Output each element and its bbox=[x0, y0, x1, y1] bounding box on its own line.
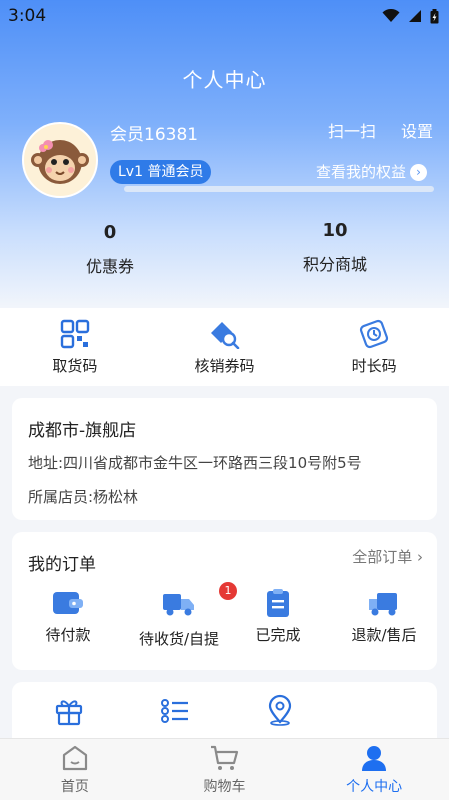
coupons-stat[interactable]: 0 优惠券 bbox=[60, 222, 160, 277]
list-icon[interactable] bbox=[160, 696, 190, 726]
monkey-avatar-icon bbox=[31, 140, 89, 184]
delivery-truck-icon bbox=[163, 594, 194, 616]
level-progress-bar bbox=[124, 186, 434, 192]
tab-profile[interactable]: 个人中心 bbox=[314, 744, 434, 796]
points-mall-label: 积分商城 bbox=[302, 255, 367, 274]
member-name: 会员16381 bbox=[110, 125, 199, 145]
scan-button[interactable]: 扫一扫 bbox=[328, 118, 376, 142]
tab-profile-label: 个人中心 bbox=[346, 778, 403, 795]
order-pending-receipt-label: 待收货/自提 bbox=[138, 630, 220, 648]
store-address: 地址:四川省成都市金牛区一环路西三段10号附5号 bbox=[28, 454, 362, 472]
order-pending-payment-label: 待付款 bbox=[45, 626, 91, 644]
duration-code-button[interactable]: 时长码 bbox=[314, 319, 434, 376]
chevron-right-icon: › bbox=[417, 548, 423, 566]
store-card[interactable]: 成都市-旗舰店 地址:四川省成都市金牛区一环路西三段10号附5号 所属店员:杨松… bbox=[12, 398, 437, 520]
gift-icon[interactable] bbox=[54, 696, 84, 726]
tab-home-label: 首页 bbox=[60, 778, 89, 795]
status-time: 3:04 bbox=[8, 6, 47, 26]
points-mall-stat[interactable]: 10 积分商城 bbox=[280, 220, 390, 275]
view-rights-link[interactable]: 查看我的权益 › bbox=[316, 160, 428, 184]
user-icon bbox=[362, 745, 387, 771]
order-completed[interactable]: 已完成 bbox=[228, 588, 328, 645]
quick-actions: 取货码 核销券码 时长码 bbox=[0, 308, 449, 386]
battery-icon bbox=[430, 8, 439, 23]
timer-icon bbox=[360, 319, 389, 348]
duration-code-label: 时长码 bbox=[351, 356, 397, 375]
store-name: 成都市-旗舰店 bbox=[28, 421, 137, 441]
verify-coupon-button[interactable]: 核销券码 bbox=[164, 319, 284, 376]
tab-cart-label: 购物车 bbox=[203, 778, 246, 795]
order-pending-receipt[interactable]: 1 待收货/自提 bbox=[124, 582, 237, 649]
avatar[interactable] bbox=[22, 122, 98, 198]
order-refund[interactable]: 退款/售后 bbox=[334, 588, 434, 645]
all-orders-link[interactable]: 全部订单 › bbox=[352, 546, 423, 567]
settings-button[interactable]: 设置 bbox=[401, 118, 433, 142]
points-count: 10 bbox=[322, 220, 348, 241]
return-truck-icon bbox=[369, 593, 397, 616]
qrcode-icon bbox=[60, 319, 90, 348]
order-refund-label: 退款/售后 bbox=[351, 626, 417, 644]
order-pending-receipt-icon-wrap: 1 bbox=[161, 582, 237, 622]
bottom-tab-bar: 首页 购物车 个人中心 bbox=[0, 738, 449, 800]
order-pending-payment[interactable]: 待付款 bbox=[18, 588, 118, 645]
wallet-icon bbox=[53, 592, 83, 614]
home-icon bbox=[62, 745, 87, 770]
member-level-badge: Lv1 普通会员 bbox=[110, 160, 212, 184]
orders-card: 我的订单 全部订单 › 待付款 1 待收货/自提 已完成 退款/售后 bbox=[12, 532, 437, 670]
tab-home[interactable]: 首页 bbox=[15, 744, 135, 796]
clipboard-icon bbox=[267, 589, 289, 617]
signal-icon bbox=[409, 10, 421, 22]
cart-icon bbox=[211, 745, 239, 770]
status-icons bbox=[382, 8, 439, 24]
location-pin-icon[interactable] bbox=[264, 694, 296, 726]
orders-title: 我的订单 bbox=[28, 555, 96, 575]
view-rights-label: 查看我的权益 bbox=[316, 163, 407, 181]
coupons-label: 优惠券 bbox=[85, 257, 134, 276]
order-completed-label: 已完成 bbox=[255, 626, 301, 644]
tab-cart[interactable]: 购物车 bbox=[164, 744, 284, 796]
status-bar: 3:04 bbox=[0, 0, 449, 32]
store-clerk: 所属店员:杨松林 bbox=[28, 488, 139, 506]
chevron-right-icon: › bbox=[410, 163, 428, 181]
page-title: 个人中心 bbox=[182, 68, 267, 92]
all-orders-label: 全部订单 bbox=[352, 548, 413, 566]
pickup-code-button[interactable]: 取货码 bbox=[15, 319, 135, 376]
coupon-scan-icon bbox=[211, 321, 240, 349]
wifi-icon bbox=[382, 9, 400, 22]
verify-coupon-label: 核销券码 bbox=[194, 356, 255, 375]
pickup-code-label: 取货码 bbox=[52, 356, 98, 375]
coupons-count: 0 bbox=[103, 222, 117, 243]
